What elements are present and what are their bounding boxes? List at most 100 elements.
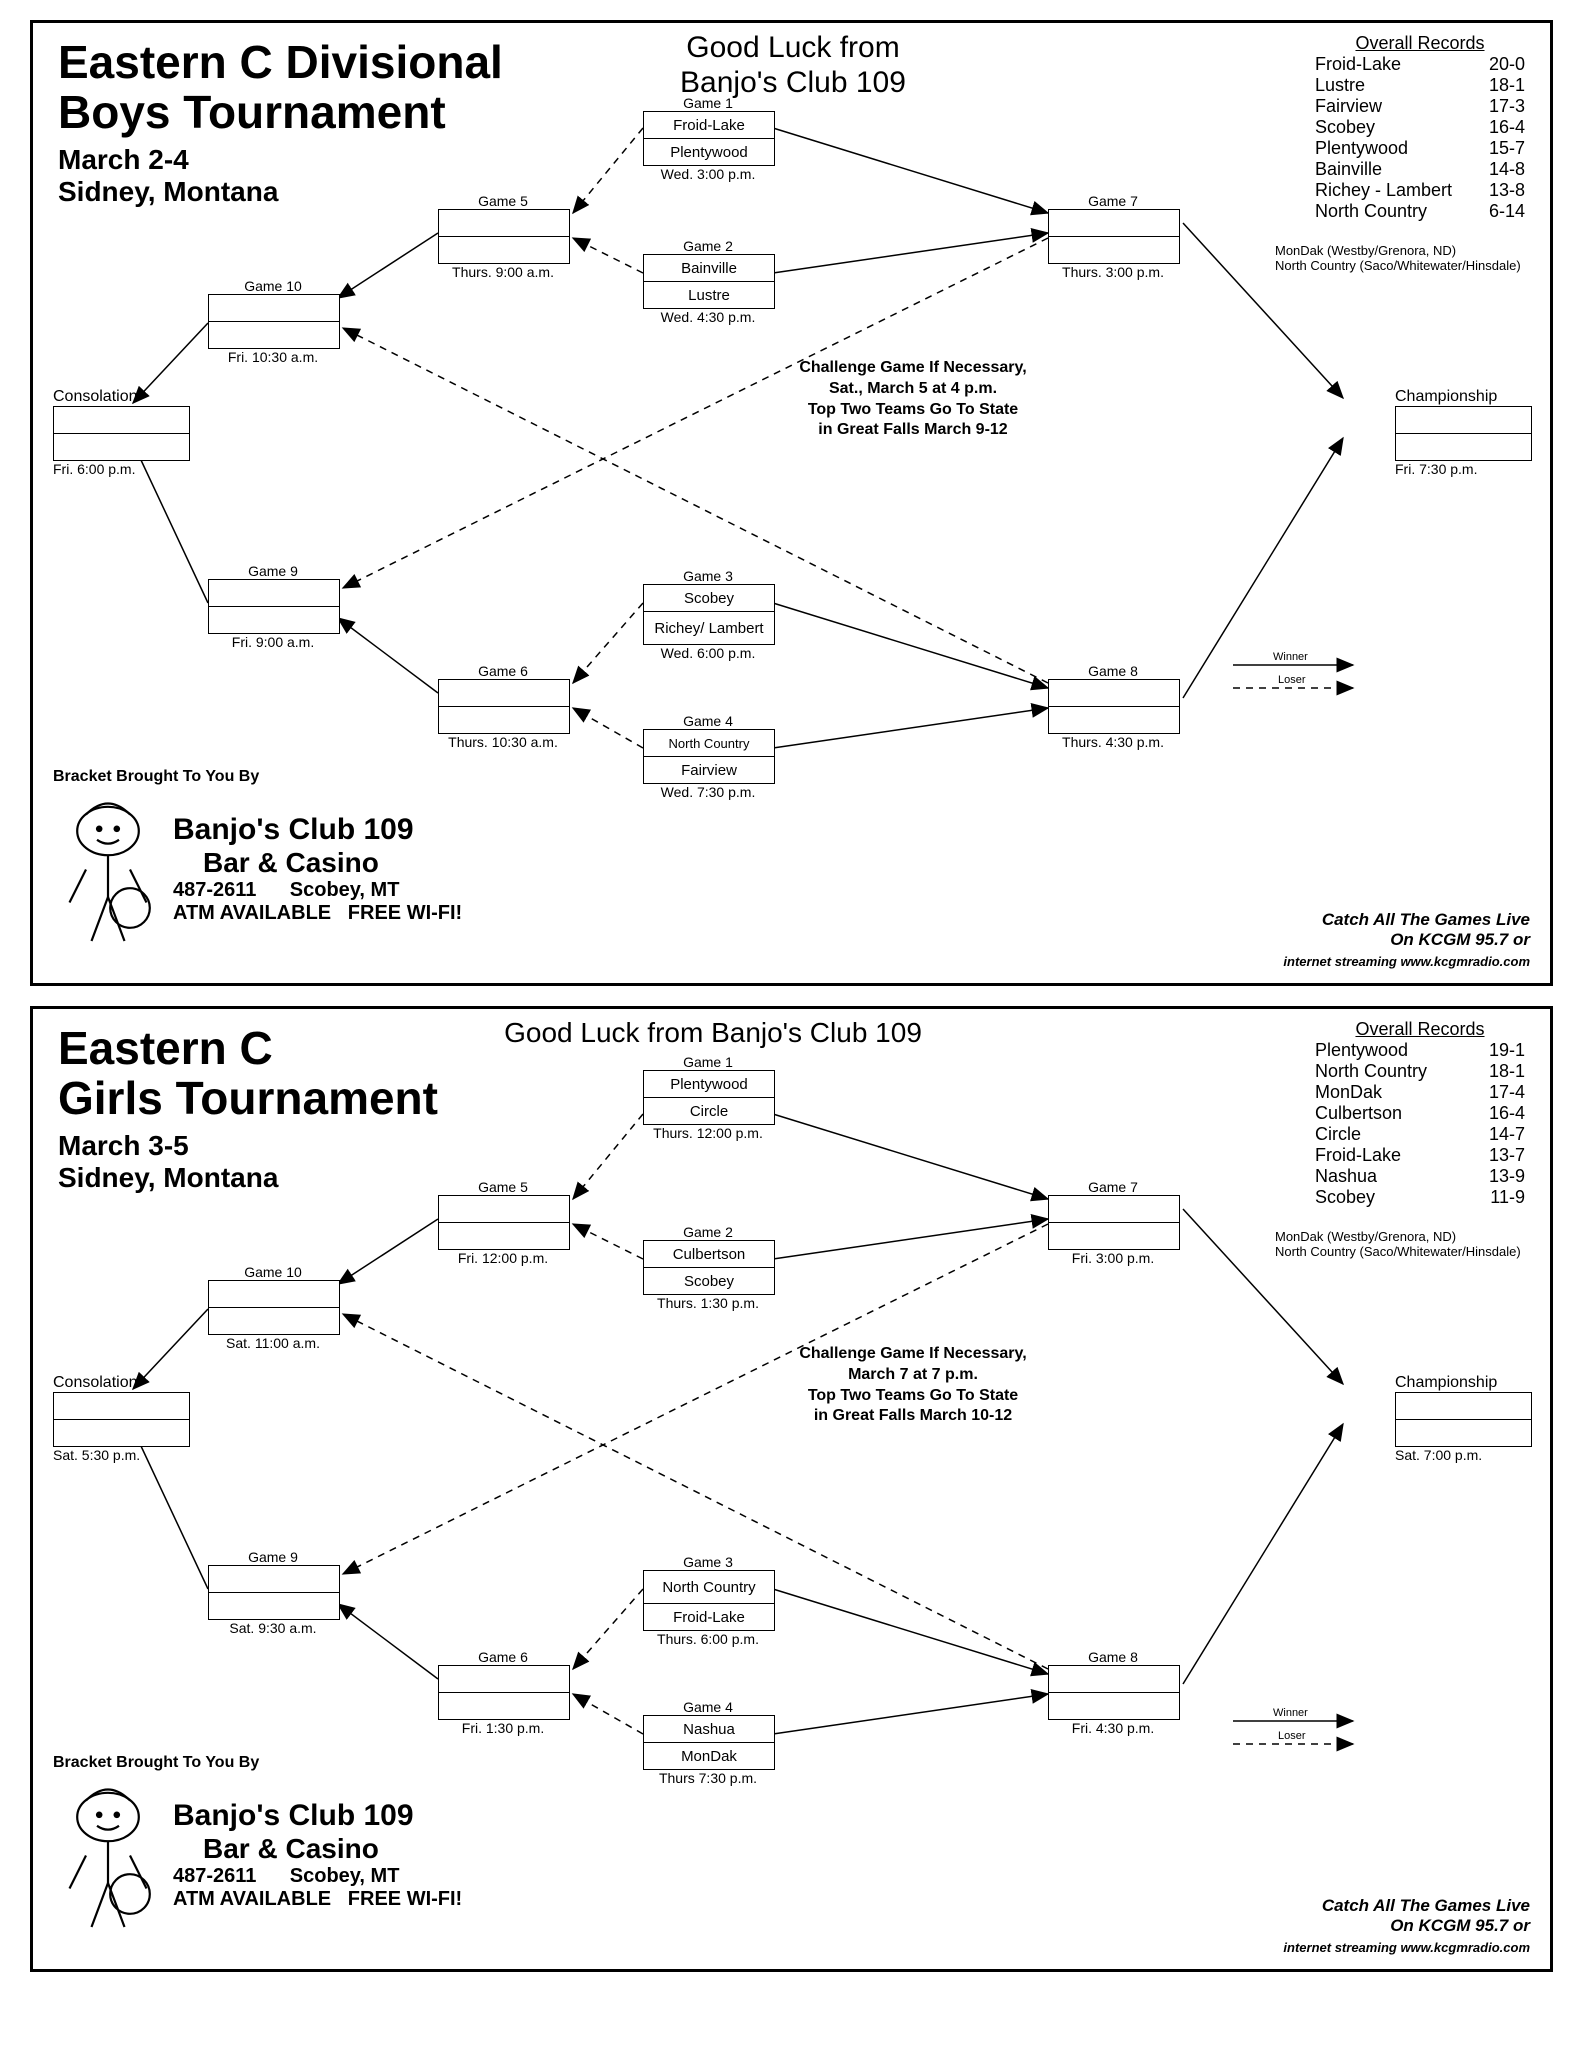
team [1049, 1223, 1179, 1249]
sponsor-block: Banjo's Club 109 Bar & Casino 487-2611 S… [173, 813, 462, 925]
record-team: Plentywood [1315, 138, 1408, 159]
record-team: Lustre [1315, 75, 1365, 96]
record-row: Scobey11-9 [1315, 1187, 1525, 1208]
game-6: Game 6 Fri. 1:30 p.m. [438, 1649, 568, 1736]
game-label: Game 10 [208, 1264, 338, 1280]
team: North Country [644, 1571, 774, 1604]
game-time: Thurs. 10:30 a.m. [438, 734, 568, 750]
game-time: Sat. 5:30 p.m. [53, 1447, 188, 1463]
game-time: Wed. 6:00 p.m. [643, 645, 773, 661]
record-value: 15-7 [1489, 138, 1525, 159]
sponsor-phone: 487-2611 [173, 1865, 256, 1887]
note-2: North Country (Saco/Whitewater/Hinsdale) [1275, 258, 1525, 273]
sponsor-atm: ATM AVAILABLE [173, 1888, 331, 1910]
game-time: Fri. 4:30 p.m. [1048, 1720, 1178, 1736]
live-2: On KCGM 95.7 or [1390, 1916, 1530, 1935]
overall-records: Overall Records Froid-Lake20-0Lustre18-1… [1315, 33, 1525, 222]
team [1049, 210, 1179, 237]
game-8: Game 8 Thurs. 4:30 p.m. [1048, 663, 1178, 750]
game-time: Sat. 7:00 p.m. [1395, 1447, 1530, 1463]
sponsor-wifi: FREE WI-FI! [348, 1888, 462, 1910]
game-3: Game 3 North CountryFroid-Lake Thurs. 6:… [643, 1554, 773, 1647]
overall-records: Overall Records Plentywood19-1North Coun… [1315, 1019, 1525, 1208]
game-time: Fri. 1:30 p.m. [438, 1720, 568, 1736]
record-value: 14-7 [1489, 1124, 1525, 1145]
team [1396, 434, 1531, 460]
record-team: North Country [1315, 201, 1427, 222]
title-line-1: Eastern C Divisional [58, 38, 503, 86]
game-10: Game 10 Fri. 10:30 a.m. [208, 278, 338, 365]
record-value: 14-8 [1489, 159, 1525, 180]
team [54, 407, 189, 434]
game-label: Game 5 [438, 1179, 568, 1195]
championship: Championship Fri. 7:30 p.m. [1395, 388, 1530, 477]
game-time: Thurs. 4:30 p.m. [1048, 734, 1178, 750]
game-time: Fri. 9:00 a.m. [208, 634, 338, 650]
game-4: Game 4 NashuaMonDak Thurs 7:30 p.m. [643, 1699, 773, 1786]
game-7: Game 7 Thurs. 3:00 p.m. [1048, 193, 1178, 280]
game-9: Game 9 Fri. 9:00 a.m. [208, 563, 338, 650]
record-value: 18-1 [1489, 75, 1525, 96]
sponsor-atm: ATM AVAILABLE [173, 902, 331, 924]
team [439, 707, 569, 733]
game-label: Game 4 [643, 713, 773, 729]
team [209, 580, 339, 607]
team [209, 607, 339, 633]
game-time: Wed. 7:30 p.m. [643, 784, 773, 800]
team [54, 434, 189, 460]
game-label: Game 1 [643, 95, 773, 111]
team [209, 322, 339, 348]
goodluck-2: Banjo's Club 109 [680, 66, 906, 99]
team [1396, 1420, 1531, 1446]
game-label: Game 1 [643, 1054, 773, 1070]
team [1049, 237, 1179, 263]
coop-notes: MonDak (Westby/Grenora, ND) North Countr… [1275, 243, 1525, 273]
team: Plentywood [644, 139, 774, 165]
game-3: Game 3 ScobeyRichey/ Lambert Wed. 6:00 p… [643, 568, 773, 661]
team: Scobey [644, 1268, 774, 1294]
good-luck: Good Luck from Banjo's Club 109 [583, 31, 1003, 100]
note-2: North Country (Saco/Whitewater/Hinsdale) [1275, 1244, 1525, 1259]
location: Sidney, Montana [58, 1161, 278, 1195]
radio-info: Catch All The Games Live On KCGM 95.7 or… [1283, 910, 1530, 971]
sponsor-sub: Bar & Casino [173, 1833, 462, 1865]
game-time: Wed. 4:30 p.m. [643, 309, 773, 325]
game-1: Game 1 Froid-LakePlentywood Wed. 3:00 p.… [643, 95, 773, 182]
boys-bracket-panel: Eastern C Divisional Boys Tournament Mar… [30, 20, 1553, 986]
game-time: Thurs. 1:30 p.m. [643, 1295, 773, 1311]
team [1396, 407, 1531, 434]
consolation: Consolation Sat. 5:30 p.m. [53, 1374, 188, 1463]
game-time: Thurs. 6:00 p.m. [643, 1631, 773, 1647]
consolation: Consolation Fri. 6:00 p.m. [53, 388, 188, 477]
record-value: 17-3 [1489, 96, 1525, 117]
record-value: 6-14 [1489, 201, 1525, 222]
challenge-note: Challenge Game If Necessary, March 7 at … [763, 1344, 1063, 1427]
record-team: Nashua [1315, 1166, 1377, 1187]
game-5: Game 5 Fri. 12:00 p.m. [438, 1179, 568, 1266]
girls-bracket-panel: Eastern C Girls Tournament March 3-5 Sid… [30, 1006, 1553, 1972]
game-time: Thurs. 3:00 p.m. [1048, 264, 1178, 280]
record-value: 13-7 [1489, 1145, 1525, 1166]
record-value: 16-4 [1489, 1103, 1525, 1124]
records-head: Overall Records [1315, 1019, 1525, 1040]
sponsor-phone: 487-2611 [173, 879, 256, 901]
team [439, 210, 569, 237]
record-value: 11-9 [1490, 1187, 1525, 1208]
game-2: Game 2 BainvilleLustre Wed. 4:30 p.m. [643, 238, 773, 325]
bracket-by: Bracket Brought To You By [53, 768, 259, 786]
team [439, 237, 569, 263]
note-1: MonDak (Westby/Grenora, ND) [1275, 1229, 1525, 1244]
record-team: Scobey [1315, 117, 1375, 138]
final-label: Consolation [53, 1374, 188, 1392]
team: Scobey [644, 585, 774, 612]
record-row: Plentywood 15-7 [1315, 138, 1525, 159]
record-row: North Country18-1 [1315, 1061, 1525, 1082]
record-row: Circle14-7 [1315, 1124, 1525, 1145]
legend-loser: Loser [1278, 1730, 1306, 1742]
game-label: Game 7 [1048, 193, 1178, 209]
live-1: Catch All The Games Live [1322, 1896, 1530, 1915]
game-time: Fri. 10:30 a.m. [208, 349, 338, 365]
live-3: internet streaming www.kcgmradio.com [1283, 1940, 1530, 1955]
title-line-2: Girls Tournament [58, 1074, 438, 1122]
game-label: Game 8 [1048, 1649, 1178, 1665]
